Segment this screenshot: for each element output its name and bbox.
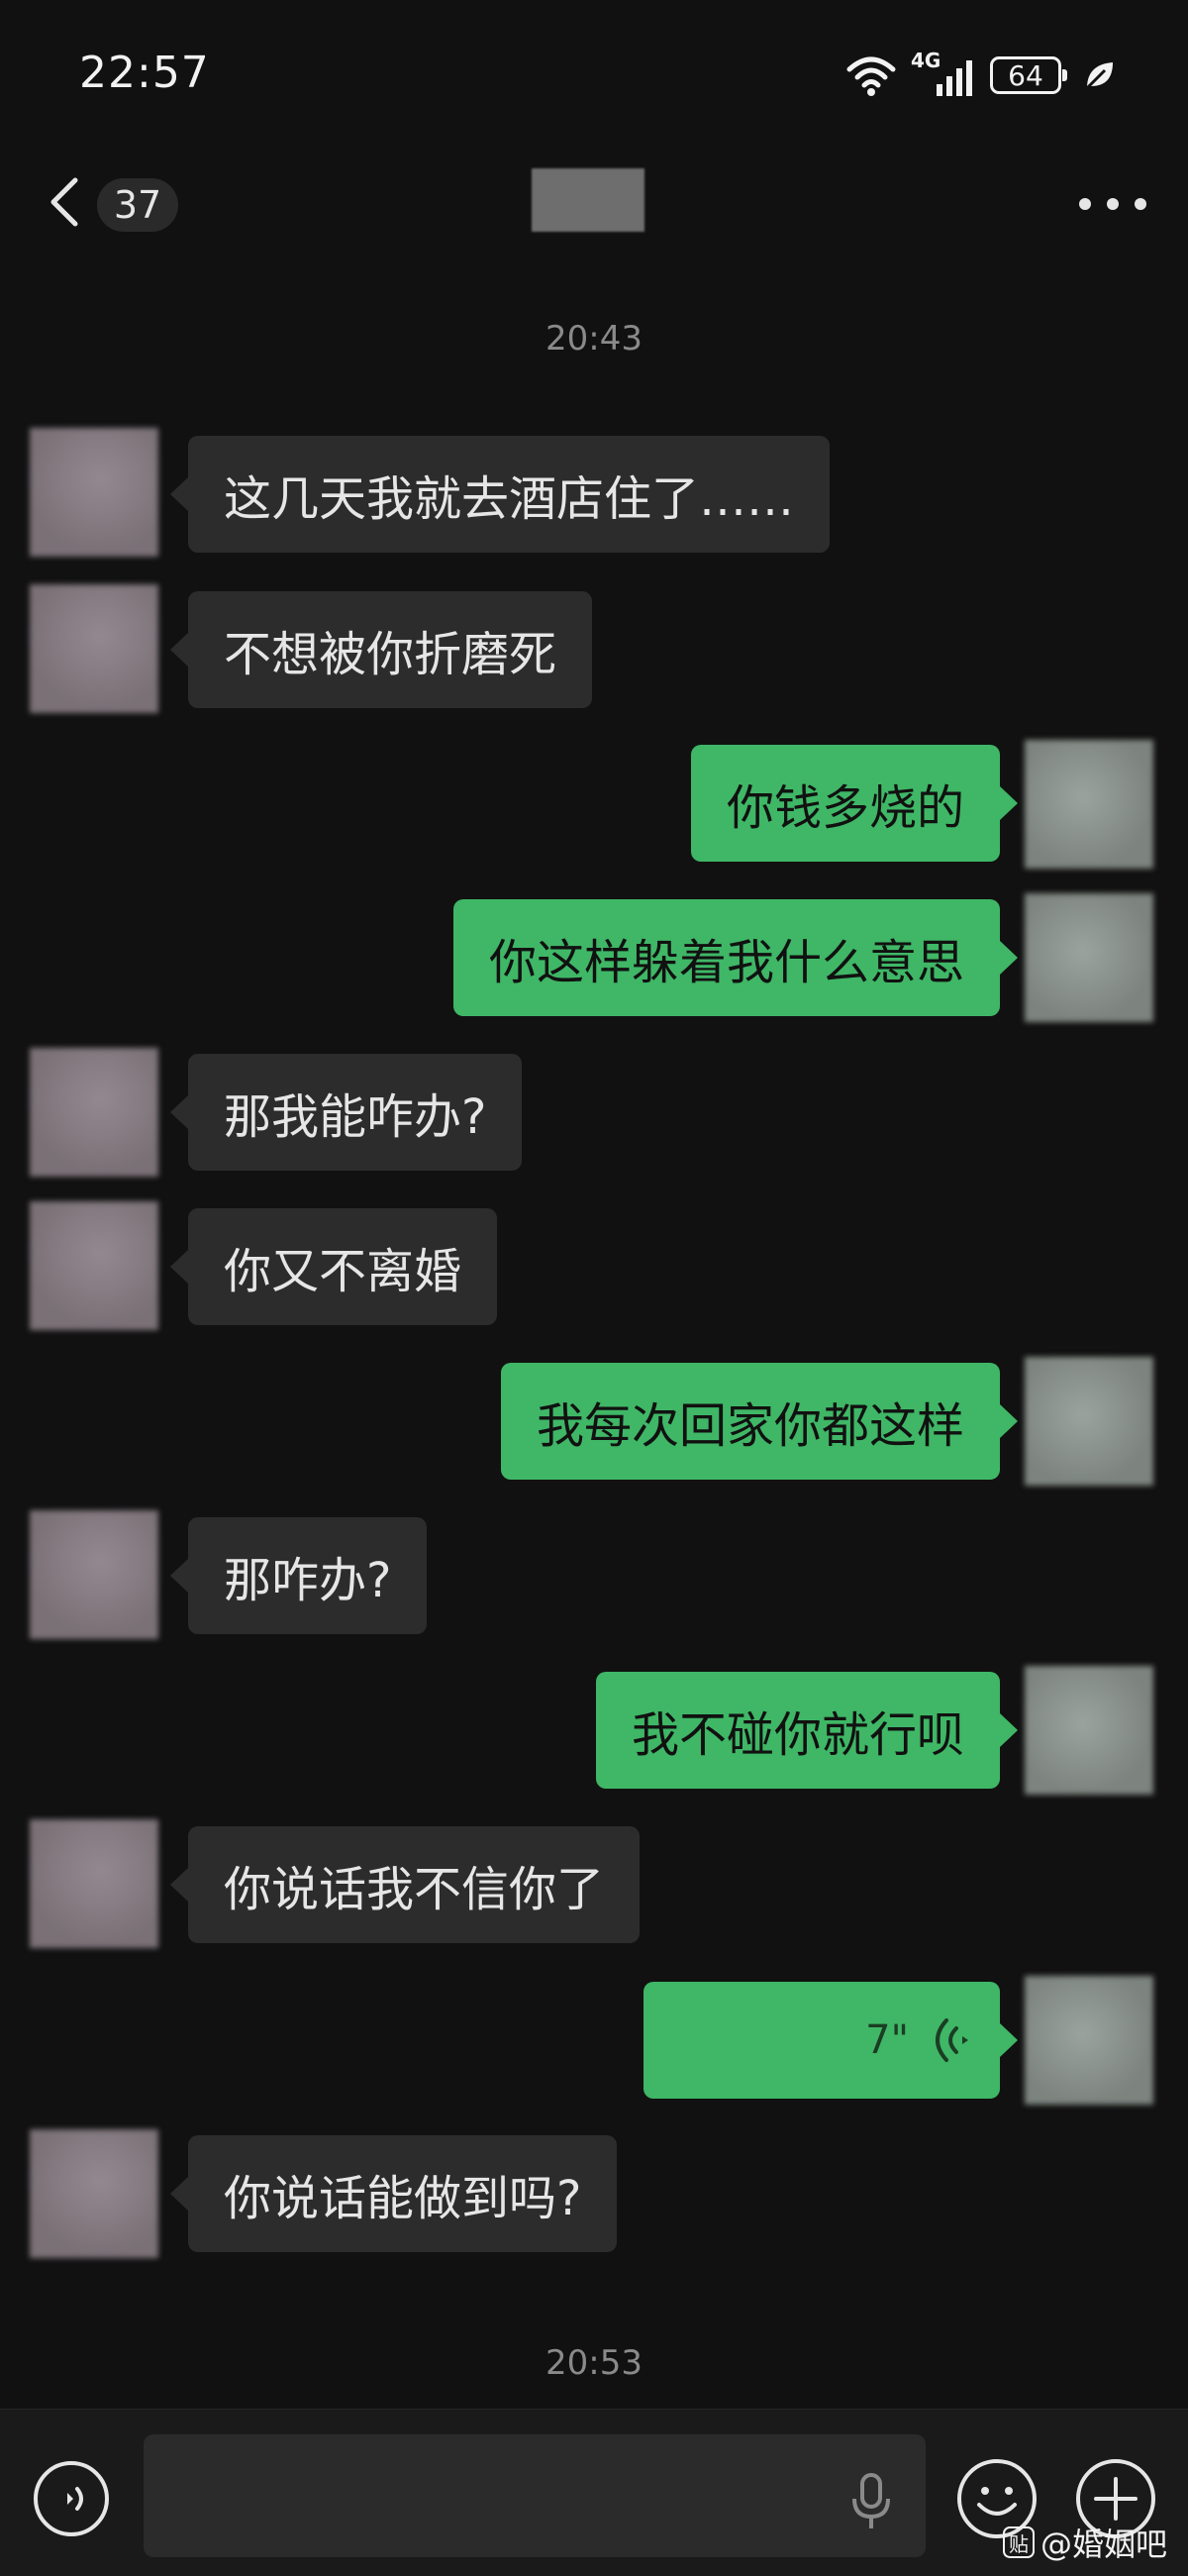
contact-avatar[interactable]	[30, 1510, 158, 1639]
message-timestamp: 20:43	[545, 319, 643, 359]
watermark-badge: 贴	[1003, 2526, 1035, 2558]
chat-header: 37	[0, 149, 1188, 258]
contact-avatar[interactable]	[30, 1201, 158, 1330]
self-avatar[interactable]	[1025, 1357, 1153, 1486]
signal-indicator: 4G	[911, 49, 976, 98]
back-icon[interactable]	[42, 174, 91, 230]
unread-count-badge[interactable]: 37	[97, 178, 178, 232]
mic-icon[interactable]	[849, 2473, 893, 2530]
contact-avatar[interactable]	[30, 1819, 158, 1948]
status-icons: 4G 64	[845, 49, 1117, 99]
voice-duration: 7"	[865, 2017, 909, 2063]
contact-avatar[interactable]	[30, 584, 158, 713]
message-bubble-outgoing[interactable]: 我不碰你就行呗	[595, 1672, 1019, 1789]
self-avatar[interactable]	[1025, 1666, 1153, 1795]
contact-avatar[interactable]	[30, 428, 158, 557]
contact-avatar[interactable]	[30, 2129, 158, 2258]
contact-avatar[interactable]	[30, 1048, 158, 1177]
message-bubble-incoming[interactable]: 那咋办?	[169, 1517, 428, 1634]
more-icon[interactable]	[1079, 192, 1146, 216]
wifi-icon	[846, 56, 896, 96]
voice-toggle-icon[interactable]	[32, 2459, 111, 2538]
self-avatar[interactable]	[1025, 1976, 1153, 2105]
voice-wave-icon	[936, 2018, 968, 2062]
message-bubble-incoming[interactable]: 你说话我不信你了	[169, 1826, 641, 1943]
watermark: 贴 @婚姻吧	[1003, 2520, 1167, 2565]
message-timestamp: 20:53	[545, 2343, 643, 2383]
signal-icon	[937, 60, 972, 96]
watermark-text: @婚姻吧	[1040, 2525, 1168, 2563]
status-bar: 22:57 4G 64	[0, 0, 1188, 149]
contact-name-redacted	[532, 168, 644, 232]
status-time: 22:57	[79, 48, 210, 98]
message-bubble-incoming[interactable]: 你说话能做到吗?	[169, 2135, 618, 2252]
message-bubble-incoming[interactable]: 你又不离婚	[169, 1208, 498, 1325]
message-bubble-outgoing[interactable]: 你钱多烧的	[690, 745, 1019, 862]
battery-level: 64	[1008, 58, 1043, 92]
message-bubble-incoming[interactable]: 那我能咋办?	[169, 1054, 523, 1171]
leaf-icon	[1085, 62, 1113, 90]
message-bubble-incoming[interactable]: 这几天我就去酒店住了……	[169, 436, 831, 553]
voice-message-bubble[interactable]: 7"	[644, 1982, 1018, 2099]
self-avatar[interactable]	[1025, 893, 1153, 1022]
message-bubble-outgoing[interactable]: 你这样躲着我什么意思	[452, 899, 1019, 1016]
message-input[interactable]	[144, 2434, 926, 2557]
message-bubble-outgoing[interactable]: 我每次回家你都这样	[500, 1363, 1019, 1480]
self-avatar[interactable]	[1025, 740, 1153, 869]
message-bubble-incoming[interactable]: 不想被你折磨死	[169, 591, 593, 708]
battery-icon: 64	[990, 56, 1067, 94]
